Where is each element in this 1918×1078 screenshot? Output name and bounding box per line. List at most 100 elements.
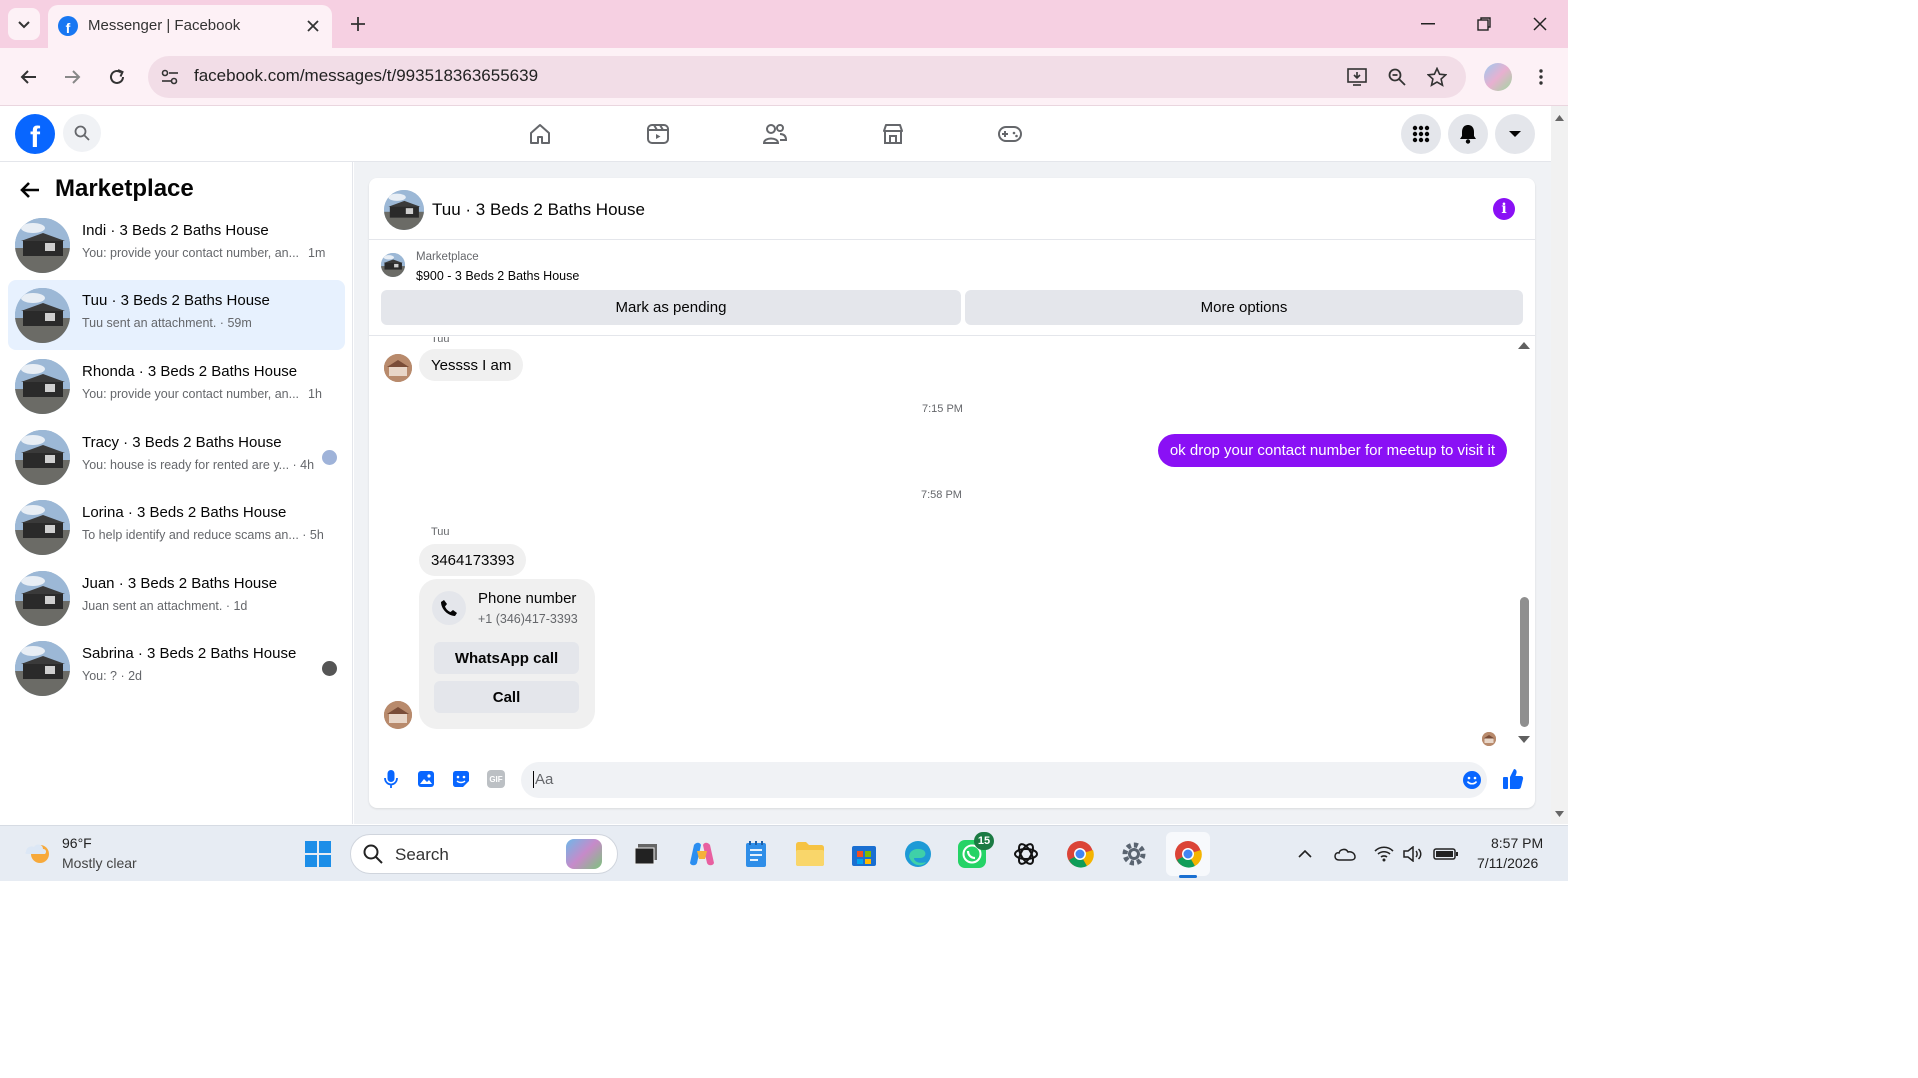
- photo-icon[interactable]: [414, 767, 438, 791]
- reload-icon[interactable]: [100, 60, 134, 94]
- active-indicator: [1179, 875, 1197, 878]
- chevron-up-icon[interactable]: [1294, 844, 1316, 864]
- tab-search-icon[interactable]: [8, 8, 40, 40]
- conversation-item[interactable]: Juan · 3 Beds 2 Baths House Juan sent an …: [8, 563, 345, 633]
- copilot-icon[interactable]: [686, 838, 718, 870]
- chrome-active-icon[interactable]: [1166, 832, 1210, 878]
- whatsapp-icon[interactable]: 15: [956, 832, 994, 870]
- marketplace-icon[interactable]: [871, 118, 915, 150]
- chat-header: Tuu · 3 Beds 2 Baths House i: [369, 178, 1535, 240]
- browser-tab[interactable]: f Messenger | Facebook: [48, 5, 332, 48]
- listing-title[interactable]: $900 - 3 Beds 2 Baths House: [416, 269, 579, 283]
- scroll-down-arrow-icon[interactable]: [1517, 735, 1531, 745]
- facebook-logo[interactable]: f: [15, 114, 55, 154]
- conversation-item[interactable]: Lorina · 3 Beds 2 Baths House To help ide…: [8, 492, 345, 562]
- task-view-icon[interactable]: [630, 838, 662, 870]
- onedrive-cloud-icon[interactable]: [1332, 842, 1358, 866]
- sender-label: Tuu: [431, 526, 450, 538]
- new-tab-icon[interactable]: [344, 10, 372, 38]
- gaming-icon[interactable]: [988, 118, 1032, 150]
- settings-gear-icon[interactable]: [1118, 838, 1150, 870]
- message-bubble-incoming[interactable]: Yessss I am: [419, 349, 524, 381]
- weather-desc[interactable]: Mostly clear: [62, 855, 137, 871]
- site-settings-icon[interactable]: [158, 65, 182, 89]
- conversation-item[interactable]: Indi · 3 Beds 2 Baths House You: provide …: [8, 210, 345, 280]
- conversation-name: Sabrina · 3 Beds 2 Baths House: [82, 645, 297, 662]
- friends-icon[interactable]: [753, 118, 797, 150]
- url-text[interactable]: facebook.com/messages/t/993518363655639: [194, 66, 538, 86]
- conversation-preview: To help identify and reduce scams an... …: [82, 528, 324, 542]
- info-icon[interactable]: i: [1493, 198, 1515, 220]
- microsoft-store-icon[interactable]: [848, 838, 880, 870]
- address-bar[interactable]: facebook.com/messages/t/993518363655639: [148, 56, 1466, 98]
- menu-grid-icon[interactable]: [1401, 114, 1441, 154]
- listing-thumbnail[interactable]: [381, 253, 405, 277]
- thread-scrollbar-thumb[interactable]: [1520, 597, 1529, 727]
- message-bubble-outgoing[interactable]: ok drop your contact number for meetup t…: [1157, 434, 1507, 467]
- message-input[interactable]: Aa: [521, 762, 1487, 798]
- conversation-avatar: [15, 359, 70, 414]
- more-options-button[interactable]: More options: [965, 290, 1523, 325]
- start-windows-icon[interactable]: [302, 838, 334, 870]
- taskbar-search[interactable]: Search: [350, 834, 618, 874]
- search-icon: [363, 844, 383, 864]
- conversation-item[interactable]: Rhonda · 3 Beds 2 Baths House You: provid…: [8, 351, 345, 421]
- minimize-icon[interactable]: [1410, 10, 1446, 38]
- file-explorer-icon[interactable]: [794, 838, 826, 870]
- message-bubble-incoming[interactable]: 3464173393: [419, 544, 527, 576]
- sticker-icon[interactable]: [449, 767, 473, 791]
- notepad-icon[interactable]: [740, 838, 772, 870]
- search-icon[interactable]: [63, 114, 101, 152]
- menu-dots-icon[interactable]: [1528, 63, 1554, 91]
- forward-icon[interactable]: [55, 60, 89, 94]
- profile-avatar-icon[interactable]: [1484, 63, 1512, 91]
- gif-icon[interactable]: GIF: [484, 767, 508, 791]
- chat-avatar[interactable]: [384, 190, 424, 230]
- back-arrow-icon[interactable]: [16, 176, 44, 204]
- chrome-icon[interactable]: [1064, 838, 1096, 870]
- zoom-icon[interactable]: [1384, 65, 1410, 89]
- conversation-avatar: [15, 571, 70, 626]
- conversation-avatar: [15, 430, 70, 485]
- video-icon[interactable]: [636, 118, 680, 150]
- conversation-item[interactable]: Tracy · 3 Beds 2 Baths House You: house i…: [8, 422, 345, 492]
- chatgpt-icon[interactable]: [1010, 838, 1042, 870]
- battery-icon[interactable]: [1432, 842, 1460, 866]
- conversation-avatar: [15, 641, 70, 696]
- sender-avatar[interactable]: [384, 354, 412, 382]
- chat-title[interactable]: Tuu · 3 Beds 2 Baths House: [432, 200, 645, 220]
- conversation-avatar: [15, 288, 70, 343]
- home-icon[interactable]: [518, 118, 562, 150]
- browser-toolbar: facebook.com/messages/t/993518363655639: [0, 48, 1568, 106]
- scroll-up-arrow-icon[interactable]: [1517, 340, 1531, 350]
- conversation-item[interactable]: Sabrina · 3 Beds 2 Baths House You: ? · 2…: [8, 633, 345, 703]
- page-scrollbar[interactable]: [1551, 106, 1568, 824]
- bookmark-star-icon[interactable]: [1424, 65, 1450, 89]
- close-window-icon[interactable]: [1522, 10, 1558, 38]
- notifications-bell-icon[interactable]: [1448, 114, 1488, 154]
- restore-icon[interactable]: [1466, 10, 1502, 38]
- conversation-time: 1h: [308, 387, 322, 401]
- clock-time[interactable]: 8:57 PM: [1491, 835, 1543, 851]
- account-dropdown-icon[interactable]: [1495, 114, 1535, 154]
- emoji-icon[interactable]: [1461, 769, 1483, 791]
- back-icon[interactable]: [12, 60, 46, 94]
- whatsapp-call-button[interactable]: WhatsApp call: [434, 642, 579, 674]
- conversation-preview: Tuu sent an attachment. · 59m: [82, 316, 252, 330]
- wifi-icon[interactable]: [1372, 842, 1396, 866]
- weather-temp[interactable]: 96°F: [62, 835, 92, 851]
- clock-date[interactable]: 7/11/2026: [1477, 855, 1538, 871]
- weather-icon[interactable]: [20, 838, 54, 868]
- mark-as-pending-button[interactable]: Mark as pending: [381, 290, 961, 325]
- call-button[interactable]: Call: [434, 681, 579, 713]
- edge-icon[interactable]: [902, 838, 934, 870]
- conversation-item[interactable]: Tuu · 3 Beds 2 Baths House Tuu sent an at…: [8, 280, 345, 350]
- sender-avatar[interactable]: [384, 701, 412, 729]
- phone-icon: [432, 591, 466, 625]
- seen-avatar: [322, 450, 337, 465]
- close-icon[interactable]: [302, 15, 324, 37]
- like-thumb-icon[interactable]: [1500, 766, 1526, 792]
- install-app-icon[interactable]: [1344, 65, 1370, 89]
- microphone-icon[interactable]: [380, 767, 402, 791]
- volume-icon[interactable]: [1401, 842, 1425, 866]
